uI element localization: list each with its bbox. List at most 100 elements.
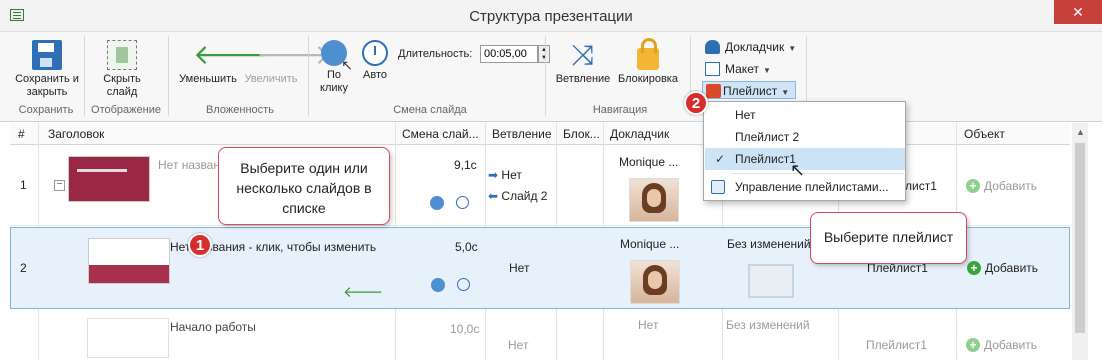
close-button[interactable] bbox=[1054, 0, 1102, 24]
group-label-slide-change: Смена слайда bbox=[393, 104, 467, 116]
caret-down-icon: ▼ bbox=[762, 66, 771, 75]
decrease-button[interactable]: 🡐 Уменьшить bbox=[176, 39, 269, 86]
group-label-save: Сохранить bbox=[18, 104, 74, 116]
table-header: # Заголовок Смена слай... Ветвление Блок… bbox=[10, 123, 1070, 145]
slide-time[interactable]: 10,0с bbox=[450, 322, 479, 336]
branch-next[interactable]: Нет bbox=[501, 168, 521, 182]
presenter-name[interactable]: Нет bbox=[638, 318, 658, 332]
layout-icon bbox=[705, 62, 720, 76]
col-header-number[interactable]: # bbox=[18, 127, 25, 141]
save-close-button[interactable]: Сохранить и закрыть bbox=[14, 40, 80, 99]
duration-input[interactable] bbox=[480, 45, 538, 63]
playlist-icon bbox=[706, 84, 721, 98]
branch-value[interactable]: Нет bbox=[508, 338, 528, 352]
branching-button[interactable]: ⤨ Ветвление bbox=[552, 40, 614, 86]
menu-item-none[interactable]: Нет bbox=[705, 104, 905, 126]
checkmark-icon: ✓ bbox=[715, 152, 726, 166]
col-header-branching[interactable]: Ветвление bbox=[492, 127, 552, 141]
presenter-photo bbox=[630, 260, 680, 304]
person-icon bbox=[705, 40, 720, 54]
mouse-click-icon bbox=[321, 40, 353, 72]
arrow-left-icon[interactable]: 🡐 bbox=[343, 282, 383, 301]
table-row[interactable]: Начало работы 10,0с Нет Нет Без изменени… bbox=[10, 310, 1070, 360]
playlist-dropdown[interactable]: Плейлист ▼ bbox=[702, 81, 797, 99]
manage-playlists-icon bbox=[711, 180, 725, 194]
timer-icon[interactable] bbox=[457, 278, 470, 291]
col-header-title[interactable]: Заголовок bbox=[48, 127, 104, 141]
callout-select-slides: Выберите один или несколько слайдов в сп… bbox=[218, 147, 390, 225]
slide-thumbnail[interactable] bbox=[87, 318, 169, 358]
thumb-band bbox=[89, 265, 169, 283]
plus-icon: + bbox=[966, 179, 980, 193]
presenter-name[interactable]: Monique ... bbox=[619, 155, 678, 169]
timer-icon[interactable] bbox=[456, 196, 469, 209]
on-click-button[interactable]: По клику bbox=[316, 40, 353, 95]
hide-slide-icon bbox=[107, 40, 137, 70]
layout-dropdown[interactable]: Макет ▼ bbox=[705, 60, 771, 78]
scroll-up-icon[interactable]: ▲ bbox=[1076, 127, 1085, 137]
caret-down-icon: ▼ bbox=[788, 44, 797, 53]
separator bbox=[545, 36, 546, 116]
window-title: Структура презентации bbox=[469, 8, 633, 25]
playlist-value[interactable]: Плейлист1 bbox=[866, 338, 927, 352]
layout-value[interactable]: Без изменений bbox=[727, 237, 811, 251]
add-object-button[interactable]: + Добавить bbox=[967, 261, 1038, 275]
caret-down-icon: ▼ bbox=[781, 88, 790, 97]
hide-slide-button[interactable]: Скрыть слайд bbox=[96, 40, 148, 99]
col-header-object[interactable]: Объект bbox=[964, 127, 1005, 141]
lock-icon bbox=[637, 38, 659, 70]
save-icon bbox=[32, 40, 62, 70]
separator bbox=[84, 36, 85, 116]
scroll-thumb[interactable] bbox=[1075, 143, 1085, 333]
arrow-left-icon: 🡐 bbox=[193, 39, 269, 70]
collapse-toggle[interactable]: − bbox=[54, 180, 65, 191]
arrow-left-icon: ⬅ bbox=[488, 189, 499, 203]
mouse-cursor-icon: ↖ bbox=[790, 160, 806, 180]
add-object-button[interactable]: + Добавить bbox=[966, 179, 1037, 193]
duration-control: Длительность: ▲▼ bbox=[398, 45, 550, 63]
increase-button[interactable]: 🡒 Увеличить bbox=[240, 39, 332, 86]
arrow-right-icon: 🡒 bbox=[256, 39, 332, 70]
presenter-name[interactable]: Monique ... bbox=[620, 237, 679, 251]
mouse-click-icon[interactable] bbox=[431, 278, 445, 292]
layout-thumbnail bbox=[748, 264, 794, 298]
auto-button[interactable]: Авто bbox=[358, 40, 392, 82]
separator bbox=[308, 36, 309, 116]
add-object-button[interactable]: + Добавить bbox=[966, 338, 1037, 352]
plus-icon: + bbox=[966, 338, 980, 352]
timer-icon bbox=[362, 40, 388, 66]
arrow-right-icon: ➡ bbox=[488, 168, 499, 182]
duration-spinner[interactable]: ▲ ▼ bbox=[538, 45, 550, 63]
thumb-line bbox=[77, 169, 127, 172]
col-header-slide-change[interactable]: Смена слай... bbox=[402, 127, 478, 141]
slide-title[interactable]: Начало работы bbox=[170, 320, 256, 334]
layout-value[interactable]: Без изменений bbox=[726, 318, 810, 332]
ribbon: Сохранить и закрыть Сохранить Скрыть сла… bbox=[0, 32, 1102, 122]
col-header-presenter[interactable]: Докладчик bbox=[610, 127, 669, 141]
slide-title[interactable]: Нет названи bbox=[158, 158, 227, 172]
group-label-navigation: Навигация bbox=[592, 104, 648, 116]
slide-time[interactable]: 9,1с bbox=[454, 158, 477, 172]
row-number: 2 bbox=[20, 261, 27, 275]
menu-separator bbox=[732, 173, 904, 174]
plus-icon: + bbox=[967, 261, 981, 275]
branch-prev[interactable]: Слайд 2 bbox=[501, 189, 547, 203]
menu-item-playlist-2[interactable]: Плейлист 2 bbox=[705, 126, 905, 148]
vertical-scrollbar[interactable]: ▲ bbox=[1072, 123, 1088, 360]
playlist-menu: Нет Плейлист 2 ✓ Плейлист1 Управление пл… bbox=[703, 101, 906, 201]
callout-select-playlist: Выберите плейлист bbox=[810, 212, 967, 264]
lock-button[interactable]: Блокировка bbox=[614, 38, 682, 86]
branch-value[interactable]: Нет bbox=[509, 261, 529, 275]
slide-thumbnail[interactable] bbox=[68, 156, 150, 202]
presenter-photo bbox=[629, 178, 679, 222]
slide-thumbnail[interactable] bbox=[88, 238, 170, 284]
col-header-lock[interactable]: Блок... bbox=[563, 127, 599, 141]
separator bbox=[168, 36, 169, 116]
group-label-nesting: Вложенность bbox=[206, 104, 274, 116]
title-bar: Структура презентации bbox=[0, 0, 1102, 32]
step-badge-2: 2 bbox=[684, 91, 708, 115]
mouse-click-icon[interactable] bbox=[430, 196, 444, 210]
branching-icon: ⤨ bbox=[571, 39, 595, 70]
presenter-dropdown[interactable]: Докладчик ▼ bbox=[705, 38, 796, 56]
slide-time[interactable]: 5,0с bbox=[455, 240, 478, 254]
